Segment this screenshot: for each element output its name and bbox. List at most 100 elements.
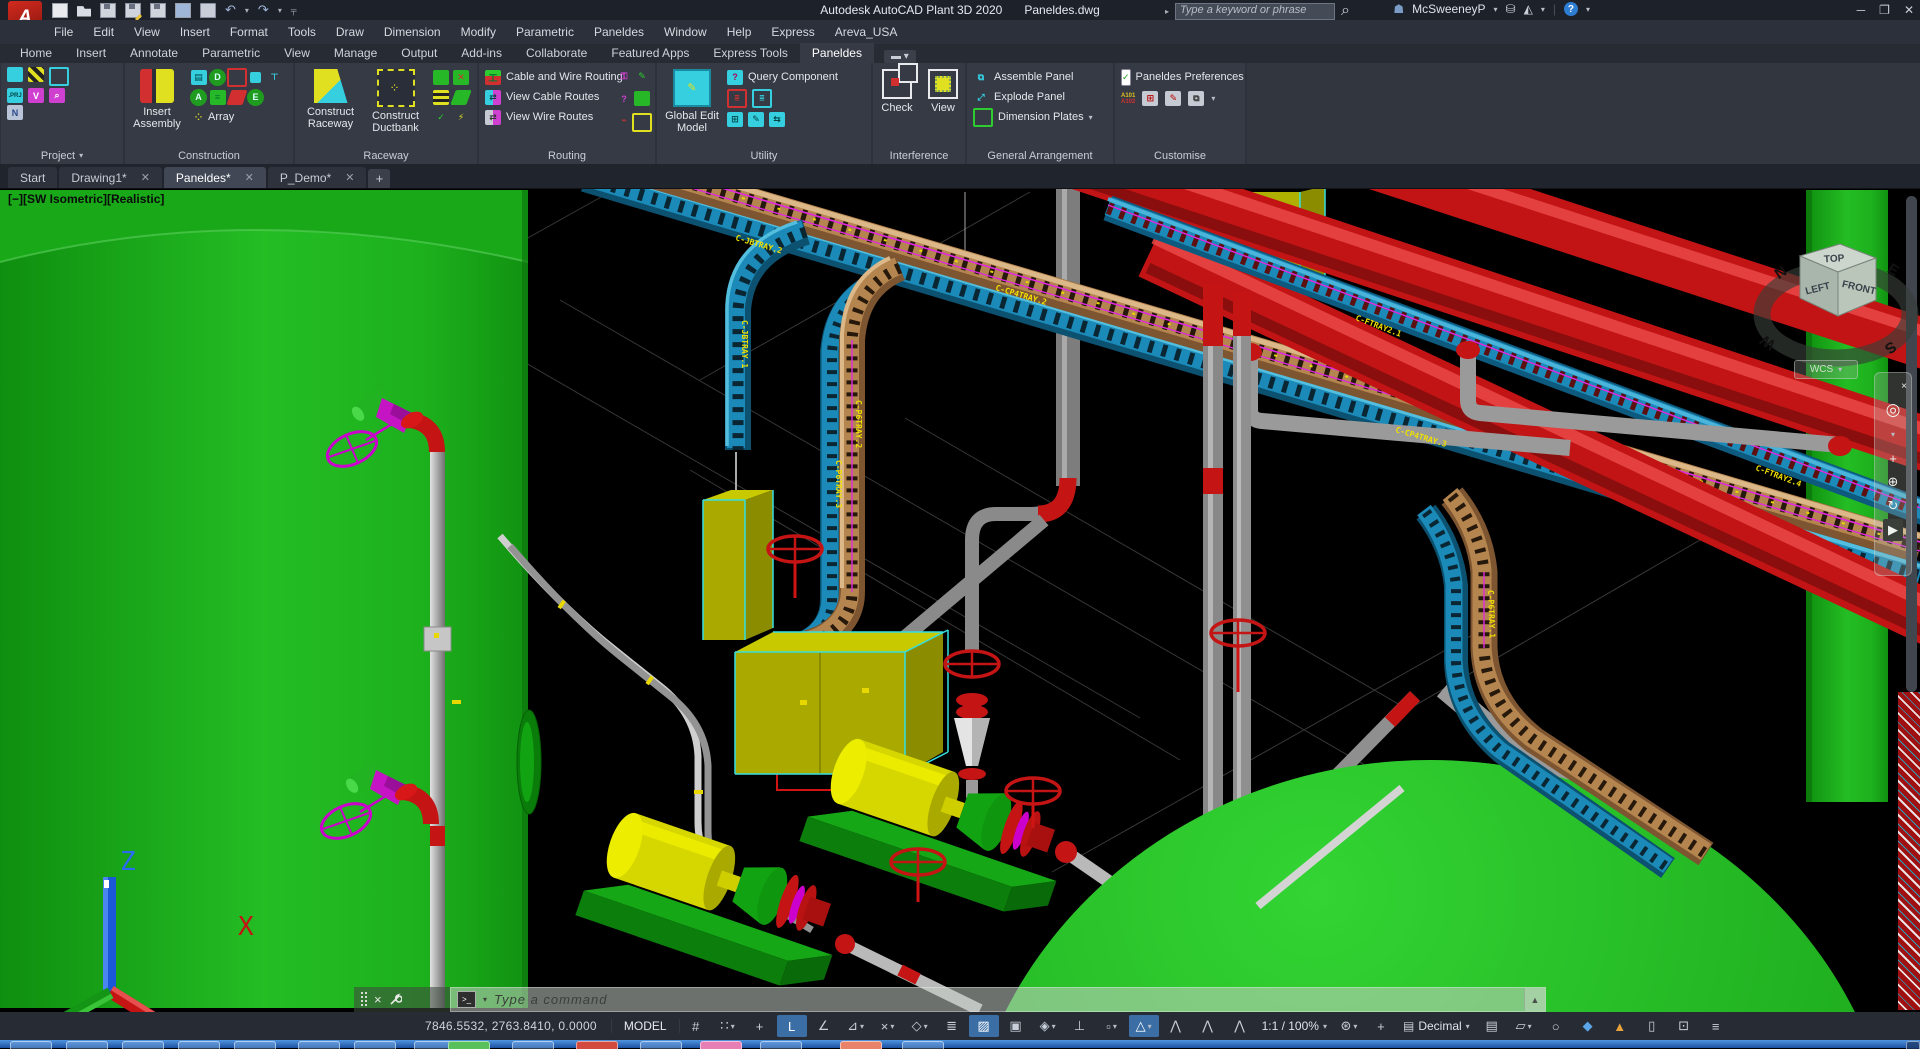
ribbon-tab[interactable]: Home xyxy=(8,43,64,63)
edit-schedule-icon[interactable]: ✎ xyxy=(1165,91,1181,106)
list-import-icon[interactable]: ≣ xyxy=(752,89,772,108)
ribbon-tab[interactable]: Manage xyxy=(322,43,389,63)
tag-series-icon[interactable]: A101 A102 xyxy=(1121,93,1135,105)
search-input[interactable]: Type a keyword or phrase xyxy=(1175,3,1335,20)
customize-wrench-icon[interactable] xyxy=(389,993,402,1006)
lineweight-icon[interactable]: ≣ xyxy=(937,1015,967,1037)
close-button[interactable]: ✕ xyxy=(1904,3,1914,17)
menu-item[interactable]: Dimension xyxy=(374,25,451,39)
close-tab-icon[interactable]: ✕ xyxy=(245,171,254,184)
interference-view-button[interactable]: View xyxy=(927,67,959,147)
ribbon-tab[interactable]: Collaborate xyxy=(514,43,599,63)
audit-magnifier-icon[interactable]: ⌕ xyxy=(49,88,65,103)
command-dropdown-icon[interactable]: ▾ xyxy=(483,995,487,1004)
panel-label-project[interactable]: Project▾ xyxy=(1,147,123,164)
model-space-button[interactable]: MODEL xyxy=(611,1019,680,1033)
rack-icon[interactable]: ≡ xyxy=(210,90,226,105)
screw-icon[interactable]: ⊤ xyxy=(267,70,283,85)
close-icon[interactable]: × xyxy=(1901,375,1907,397)
minimize-button[interactable]: ─ xyxy=(1857,3,1866,17)
drawing-tab[interactable]: Paneldes* ✕ xyxy=(164,167,266,188)
search-expand-icon[interactable]: ▸ xyxy=(1165,7,1169,16)
frame-icon[interactable] xyxy=(227,68,247,87)
ribbon-tab[interactable]: Annotate xyxy=(118,43,190,63)
print-icon[interactable] xyxy=(200,3,216,18)
interference-check-button[interactable]: Check xyxy=(879,67,915,147)
assemble-panel-button[interactable]: ⧉ Assemble Panel xyxy=(973,67,1107,87)
customization-menu-icon[interactable]: ≡ xyxy=(1701,1015,1731,1037)
new-file-icon[interactable] xyxy=(52,3,68,18)
remove-wire-icon[interactable]: ⌁ xyxy=(616,113,632,128)
menu-item[interactable]: Tools xyxy=(278,25,326,39)
assembly-a-icon[interactable]: A xyxy=(190,89,207,106)
paneldes-preferences-button[interactable]: ✓ Paneldes Preferences xyxy=(1121,67,1239,87)
add-table-icon[interactable]: ⊞ xyxy=(727,112,743,127)
isolate-objects-icon[interactable]: ○ xyxy=(1541,1015,1571,1037)
export-icon[interactable] xyxy=(150,3,166,18)
ribbon-tab[interactable]: Add-ins xyxy=(449,43,514,63)
autodesk-mark-icon[interactable]: ◭ xyxy=(1524,2,1533,16)
ribbon-tab[interactable]: Featured Apps xyxy=(599,43,701,63)
pan-icon[interactable]: + xyxy=(1889,447,1897,469)
ribbon-display-toggle-icon[interactable]: ▬ ▾ xyxy=(884,50,916,63)
ortho-icon[interactable]: L xyxy=(777,1015,807,1037)
dimension-plates-button[interactable]: Dimension Plates▾ xyxy=(973,107,1107,127)
ribbon-tab[interactable]: Insert xyxy=(64,43,118,63)
redo-dropdown-icon[interactable]: ▾ xyxy=(278,6,282,15)
menu-item[interactable]: Paneldes xyxy=(584,25,654,39)
edit-tray-icon[interactable]: ✎ xyxy=(634,69,650,84)
validate-icon[interactable]: V xyxy=(28,88,44,103)
navisworks-icon[interactable]: N xyxy=(7,105,23,120)
validate-route-icon[interactable]: ✓ xyxy=(433,110,449,125)
tray-segment-icon[interactable] xyxy=(433,70,449,85)
new-drawing-tab-button[interactable]: + xyxy=(368,169,390,188)
3d-object-snap-icon[interactable]: ◈▾ xyxy=(1033,1015,1063,1037)
zoom-icon[interactable]: ⊕ xyxy=(1888,471,1899,493)
drawing-tab[interactable]: Drawing1* ✕ xyxy=(59,167,162,188)
gizmo-icon[interactable]: △▾ xyxy=(1129,1015,1159,1037)
navigation-bar[interactable]: × ◎ ▾ + ⊕ ↻ ▶ xyxy=(1874,372,1912,576)
insert-assembly-button[interactable]: Insert Assembly xyxy=(131,67,183,147)
ribbon-tab[interactable]: Express Tools xyxy=(701,43,799,63)
array-label[interactable]: Array xyxy=(208,111,234,123)
coordinates-display[interactable]: 7846.5532, 2763.8410, 0.0000 xyxy=(0,1019,611,1033)
list-export-icon[interactable]: ≣ xyxy=(727,89,747,108)
drawing-tab[interactable]: P_Demo* ✕ xyxy=(268,167,367,188)
quick-properties-icon[interactable]: ▱▾ xyxy=(1509,1015,1539,1037)
undo-icon[interactable]: ↶ xyxy=(225,5,236,15)
windows-taskbar[interactable] xyxy=(0,1040,1920,1048)
construct-raceway-button[interactable]: Construct Raceway xyxy=(301,67,360,147)
workspace-icon[interactable] xyxy=(7,67,23,82)
menu-item[interactable]: Draw xyxy=(326,25,374,39)
add-schedule-icon[interactable]: ⊞ xyxy=(1142,91,1158,106)
isometric-drafting-icon[interactable]: ⊿▾ xyxy=(841,1015,871,1037)
redo-icon[interactable]: ↷ xyxy=(258,5,269,15)
save-as-icon[interactable] xyxy=(125,3,141,18)
explode-panel-button[interactable]: ⤢ Explode Panel xyxy=(973,87,1107,107)
menu-item[interactable]: Insert xyxy=(170,25,220,39)
autoscale-icon[interactable]: ⋀ xyxy=(1193,1015,1223,1037)
menu-item[interactable]: Window xyxy=(654,25,717,39)
object-snap-tracking-icon[interactable]: ×▾ xyxy=(873,1015,903,1037)
sync-table-icon[interactable]: ⇆ xyxy=(769,112,785,127)
annotation-warning-icon[interactable]: ▲ xyxy=(1605,1015,1635,1037)
menu-item[interactable]: Format xyxy=(220,25,278,39)
viewport-controls-label[interactable]: [−][SW Isometric][Realistic] xyxy=(8,192,164,206)
junction-box-tall[interactable] xyxy=(703,490,773,640)
edit-table-icon[interactable]: ✎ xyxy=(748,112,764,127)
graphics-performance-icon[interactable]: ◆ xyxy=(1573,1015,1603,1037)
ribbon-tab[interactable]: View xyxy=(272,43,322,63)
help-dropdown-icon[interactable]: ▾ xyxy=(1586,5,1590,14)
eraser-icon[interactable] xyxy=(226,90,247,105)
search-icon[interactable]: ⌕ xyxy=(1341,2,1350,20)
paper-icon[interactable]: ▯ xyxy=(1637,1015,1667,1037)
ribbon-tab[interactable]: Output xyxy=(389,43,449,63)
cabinet-icon[interactable]: ▤ xyxy=(191,70,207,85)
object-snap-icon[interactable]: ◇▾ xyxy=(905,1015,935,1037)
customize-qat-icon[interactable]: ╤ xyxy=(291,6,297,15)
menu-item[interactable]: Modify xyxy=(451,25,506,39)
tray-fitting-icon[interactable] xyxy=(433,90,449,105)
query-component-button[interactable]: ? Query Component xyxy=(727,67,838,87)
ribbon-tab[interactable]: Paneldes xyxy=(800,43,874,63)
drawing-tab[interactable]: Start xyxy=(8,167,57,188)
